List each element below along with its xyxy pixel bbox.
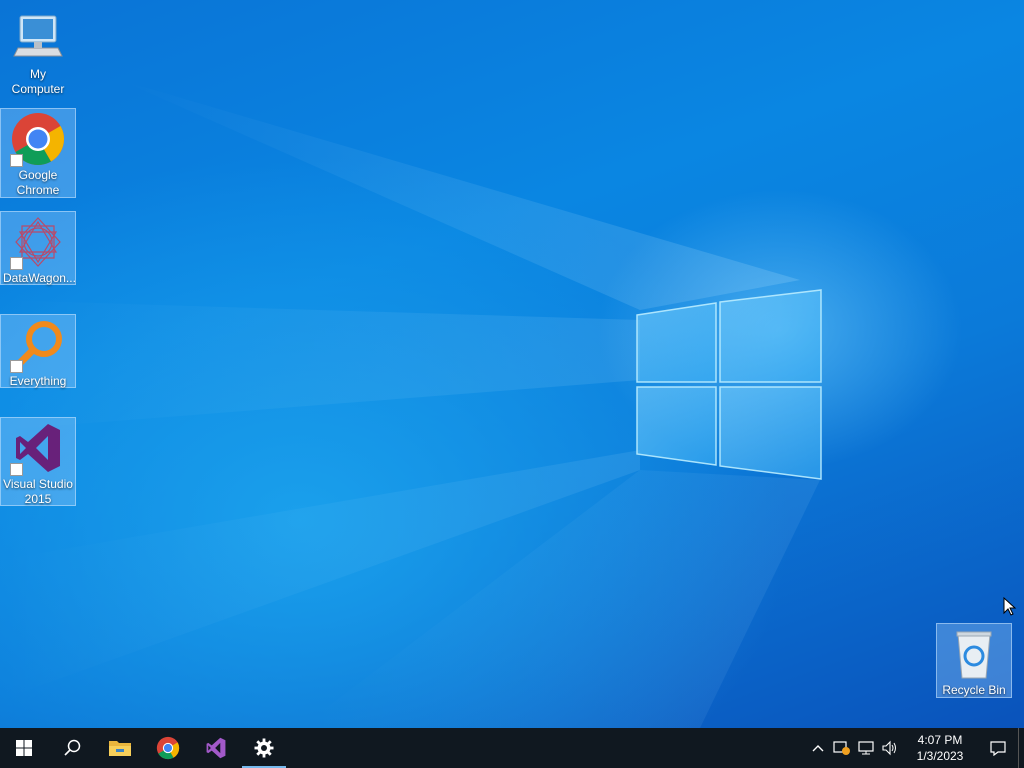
wallpaper-rays (0, 80, 822, 728)
search-icon (64, 739, 81, 756)
mouse-cursor-icon (1003, 597, 1017, 616)
recycle-bin-icon (946, 626, 1002, 682)
taskbar: 4:07 PM 1/3/2023 (0, 728, 1024, 768)
desktop-icon-label: Google Chrome (16, 168, 60, 197)
volume-icon (882, 740, 896, 756)
taskbar-file-explorer[interactable] (96, 728, 144, 768)
show-hidden-icons-button[interactable] (806, 728, 830, 768)
shortcut-arrow-icon (10, 154, 23, 167)
taskbar-chrome[interactable] (144, 728, 192, 768)
shortcut-arrow-icon (10, 257, 23, 270)
taskbar-visual-studio[interactable] (192, 728, 240, 768)
datawagon-icon (10, 214, 66, 270)
volume-tray-button[interactable] (878, 728, 902, 768)
security-tray-button[interactable] (830, 728, 854, 768)
desktop-icon-datawagon[interactable]: DataWagon... (0, 211, 76, 285)
clock-time: 4:07 PM (917, 733, 963, 747)
visual-studio-icon (10, 420, 66, 476)
computer-icon (10, 10, 66, 66)
search-button[interactable] (48, 728, 96, 768)
system-tray: 4:07 PM 1/3/2023 (806, 728, 1024, 768)
desktop-icon-label: My Computer (11, 67, 65, 96)
desktop-icon-label: Recycle Bin (942, 683, 1006, 697)
settings-icon (254, 738, 274, 758)
network-tray-button[interactable] (854, 728, 878, 768)
desktop-icon-label: Everything (9, 374, 67, 388)
chrome-icon (10, 111, 66, 167)
chrome-icon (156, 736, 180, 760)
desktop-icon-recycle-bin[interactable]: Recycle Bin (936, 623, 1012, 698)
taskbar-clock[interactable]: 4:07 PM 1/3/2023 (908, 732, 972, 764)
visual-studio-icon (206, 737, 226, 759)
shortcut-arrow-icon (10, 360, 23, 373)
security-alert-icon (833, 741, 850, 755)
windows-logo (636, 289, 822, 480)
desktop-icon-everything[interactable]: Everything (0, 314, 76, 388)
desktop-icon-visual-studio[interactable]: Visual Studio 2015 (0, 417, 76, 506)
taskbar-settings[interactable] (240, 728, 288, 768)
desktop-icon-label: Visual Studio 2015 (3, 477, 73, 506)
action-center-button[interactable] (978, 728, 1018, 768)
desktop-icon-my-computer[interactable]: My Computer (0, 8, 76, 100)
start-icon (16, 740, 32, 756)
notification-icon (990, 741, 1006, 756)
desktop-icon-label: DataWagon... (3, 271, 76, 285)
desktop-icon-google-chrome[interactable]: Google Chrome (0, 108, 76, 198)
network-icon (858, 741, 874, 755)
show-desktop-button[interactable] (1018, 728, 1024, 768)
clock-date: 1/3/2023 (916, 749, 964, 763)
file-explorer-icon (109, 741, 131, 756)
everything-icon (10, 317, 66, 373)
shortcut-arrow-icon (10, 463, 23, 476)
chevron-up-icon (812, 745, 824, 752)
start-button[interactable] (0, 728, 48, 768)
